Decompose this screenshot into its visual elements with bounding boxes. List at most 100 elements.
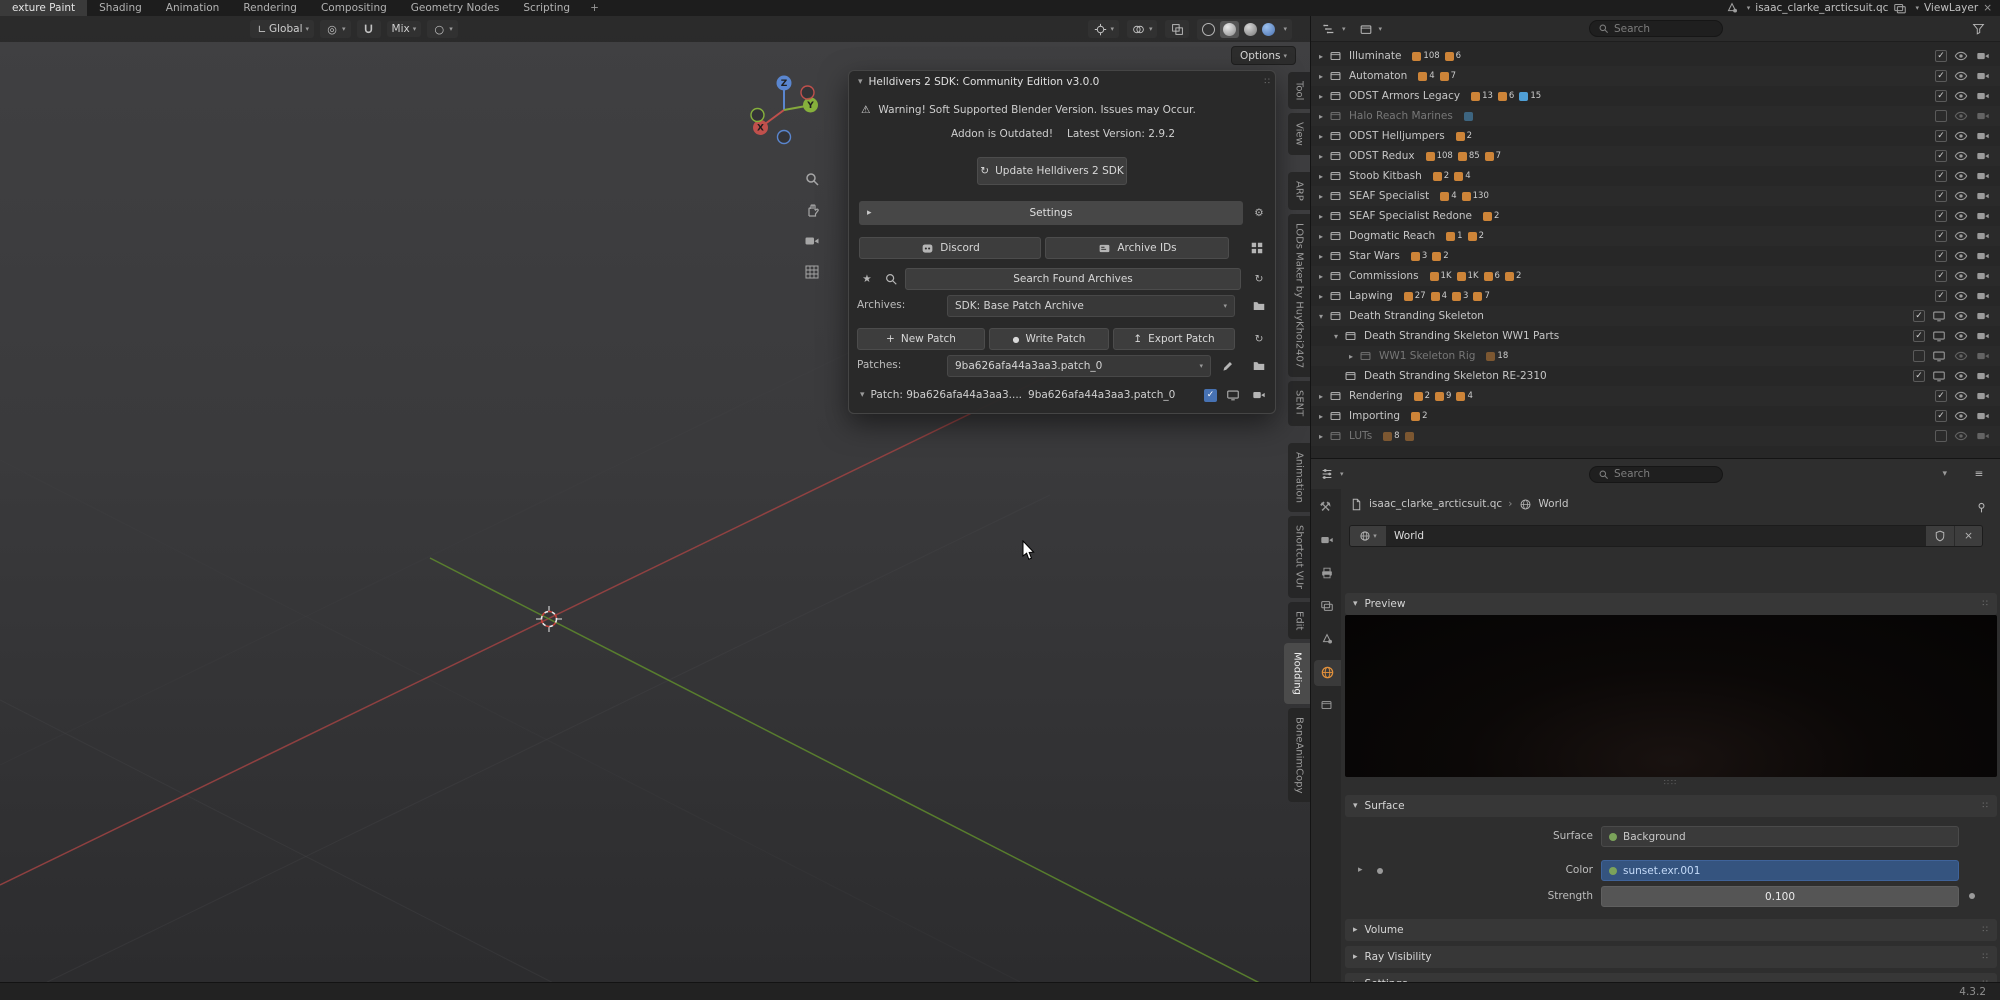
hide-eye-icon[interactable] [1954, 349, 1969, 364]
workspace-tab-exture-paint[interactable]: exture Paint [0, 0, 87, 16]
settings-section-header[interactable]: ▸ Settings [859, 201, 1243, 225]
expand-arrow-icon[interactable]: ▸ [1315, 272, 1327, 281]
disable-render-camera-icon[interactable] [1976, 49, 1991, 64]
expand-arrow-icon[interactable]: ▸ [1315, 92, 1327, 101]
blend-mode-dropdown[interactable]: Mix▾ [387, 21, 422, 37]
expand-arrow-icon[interactable]: ▸ [1315, 112, 1327, 121]
strength-slider[interactable]: 0.100 [1601, 886, 1959, 907]
hide-eye-icon[interactable] [1954, 309, 1969, 324]
sidebar-tab-arp[interactable]: ARP [1288, 172, 1310, 210]
exclude-checkbox[interactable] [1913, 350, 1925, 362]
hide-eye-icon[interactable] [1954, 409, 1969, 424]
outliner-row-illuminate[interactable]: ▸Illuminate1086 [1311, 46, 2000, 66]
proportional-editing-dropdown[interactable]: ○▾ [427, 20, 458, 38]
gizmo-neg-y-axis[interactable] [751, 109, 764, 122]
exclude-checkbox[interactable] [1935, 430, 1947, 442]
view-layer-icon[interactable] [1893, 1, 1907, 15]
hide-eye-icon[interactable] [1954, 89, 1969, 104]
options-dropdown[interactable]: Options▾ [1231, 46, 1296, 65]
exclude-checkbox[interactable] [1935, 190, 1947, 202]
patch-visibility-monitor-icon[interactable] [1223, 385, 1243, 405]
sidebar-tab-animation[interactable]: Animation [1288, 443, 1310, 512]
panel-grip[interactable]: ∷ [1264, 77, 1271, 87]
preview-resize-handle[interactable]: ∷∷ [1341, 778, 2000, 787]
workspace-tab-compositing[interactable]: Compositing [309, 0, 399, 16]
exclude-checkbox[interactable] [1935, 90, 1947, 102]
exclude-checkbox[interactable] [1935, 410, 1947, 422]
sidebar-tab-edit[interactable]: Edit [1288, 602, 1310, 639]
patch-enable-checkbox[interactable]: ✓ [1204, 389, 1217, 402]
disable-render-camera-icon[interactable] [1976, 269, 1991, 284]
shading-solid-icon[interactable] [1220, 21, 1239, 38]
reload-patches-icon[interactable]: ↻ [1249, 329, 1269, 349]
disable-render-camera-icon[interactable] [1976, 429, 1991, 444]
scene-name[interactable]: isaac_clarke_arcticsuit.qc [1755, 2, 1888, 14]
hide-eye-icon[interactable] [1954, 289, 1969, 304]
outliner-row-rendering[interactable]: ▸Rendering294 [1311, 386, 2000, 406]
view-layer-name[interactable]: ViewLayer [1924, 2, 1978, 14]
favorite-star-icon[interactable]: ★ [857, 269, 877, 289]
shading-material-icon[interactable] [1244, 23, 1257, 36]
properties-tab-scene[interactable] [1314, 627, 1341, 653]
properties-search-input[interactable]: Search [1589, 466, 1723, 483]
exclude-checkbox[interactable] [1935, 130, 1947, 142]
disable-viewport-monitor-icon[interactable] [1932, 329, 1947, 344]
hide-eye-icon[interactable] [1954, 129, 1969, 144]
overlays-dropdown[interactable]: ▾ [1127, 20, 1158, 38]
sidebar-tab-tool[interactable]: Tool [1288, 72, 1310, 109]
snap-toggle[interactable] [357, 20, 381, 38]
search-icon[interactable] [881, 269, 901, 289]
outliner-row-halo-reach-marines[interactable]: ▸Halo Reach Marines [1311, 106, 2000, 126]
outliner-search-input[interactable]: Search [1589, 20, 1723, 37]
outliner-display-mode-icon[interactable] [1319, 19, 1339, 39]
expand-arrow-icon[interactable]: ▾ [1315, 312, 1327, 321]
hide-eye-icon[interactable] [1954, 249, 1969, 264]
exclude-checkbox[interactable] [1935, 250, 1947, 262]
panel-collapse-icon[interactable]: ▾ [858, 77, 863, 87]
properties-tab-world[interactable] [1314, 660, 1341, 686]
expand-arrow-icon[interactable]: ▸ [1315, 432, 1327, 441]
preview-section-header[interactable]: ▾Preview∷ [1345, 593, 1997, 615]
display-mode-dropdown-icon[interactable]: ▾ [1342, 25, 1346, 33]
properties-tab-tool[interactable]: ⚒ [1314, 495, 1341, 521]
patch-expand-icon[interactable]: ▾ [860, 390, 865, 400]
refresh-archives-icon[interactable]: ↻ [1249, 269, 1269, 289]
disable-render-camera-icon[interactable] [1976, 89, 1991, 104]
outliner-row-odst-redux[interactable]: ▸ODST Redux108857 [1311, 146, 2000, 166]
disable-render-camera-icon[interactable] [1976, 209, 1991, 224]
scene-dropdown-icon[interactable]: ▾ [1747, 4, 1751, 12]
menu-icon[interactable]: ≡ [1969, 464, 1989, 484]
pin-icon[interactable] [1971, 497, 1991, 517]
outliner-row-death-stranding-skeleton-ww1-parts[interactable]: ▾Death Stranding Skeleton WW1 Parts [1311, 326, 2000, 346]
outliner-row-seaf-specialist-redone[interactable]: ▸SEAF Specialist Redone2 [1311, 206, 2000, 226]
fake-user-shield-icon[interactable] [1926, 526, 1954, 546]
disable-render-camera-icon[interactable] [1976, 149, 1991, 164]
hide-eye-icon[interactable] [1954, 49, 1969, 64]
patch-folder-icon[interactable] [1249, 356, 1269, 376]
unlink-icon[interactable]: × [1954, 526, 1982, 546]
pivot-point-dropdown[interactable]: ◎▾ [320, 20, 351, 38]
sidebar-tab-shortcut-vur[interactable]: Shortcut VUr [1288, 516, 1310, 598]
discord-button[interactable]: Discord [859, 237, 1041, 259]
camera-view-icon[interactable] [801, 230, 823, 252]
scene-icon[interactable] [1725, 1, 1739, 15]
expand-arrow-icon[interactable]: ▸ [1315, 72, 1327, 81]
disable-render-camera-icon[interactable] [1976, 169, 1991, 184]
outliner-row-commissions[interactable]: ▸Commissions1K1K62 [1311, 266, 2000, 286]
browse-world-dropdown[interactable]: ▾ [1350, 526, 1386, 546]
disable-render-camera-icon[interactable] [1976, 249, 1991, 264]
outliner-row-ww1-skeleton-rig[interactable]: ▸WW1 Skeleton Rig18 [1311, 346, 2000, 366]
disable-viewport-monitor-icon[interactable] [1932, 369, 1947, 384]
pan-hand-icon[interactable] [801, 199, 823, 221]
exclude-checkbox[interactable] [1913, 370, 1925, 382]
exclude-checkbox[interactable] [1935, 270, 1947, 282]
outliner-row-stoob-kitbash[interactable]: ▸Stoob Kitbash24 [1311, 166, 2000, 186]
outliner-row-death-stranding-skeleton[interactable]: ▾Death Stranding Skeleton [1311, 306, 2000, 326]
workspace-tab-shading[interactable]: Shading [87, 0, 154, 16]
hide-eye-icon[interactable] [1954, 209, 1969, 224]
surface-section-header[interactable]: ▾Surface∷ [1345, 795, 1997, 817]
hide-eye-icon[interactable] [1954, 269, 1969, 284]
expand-arrow-icon[interactable]: ▸ [1315, 172, 1327, 181]
expand-arrow-icon[interactable]: ▸ [1315, 192, 1327, 201]
workspace-tab-geometry-nodes[interactable]: Geometry Nodes [399, 0, 512, 16]
